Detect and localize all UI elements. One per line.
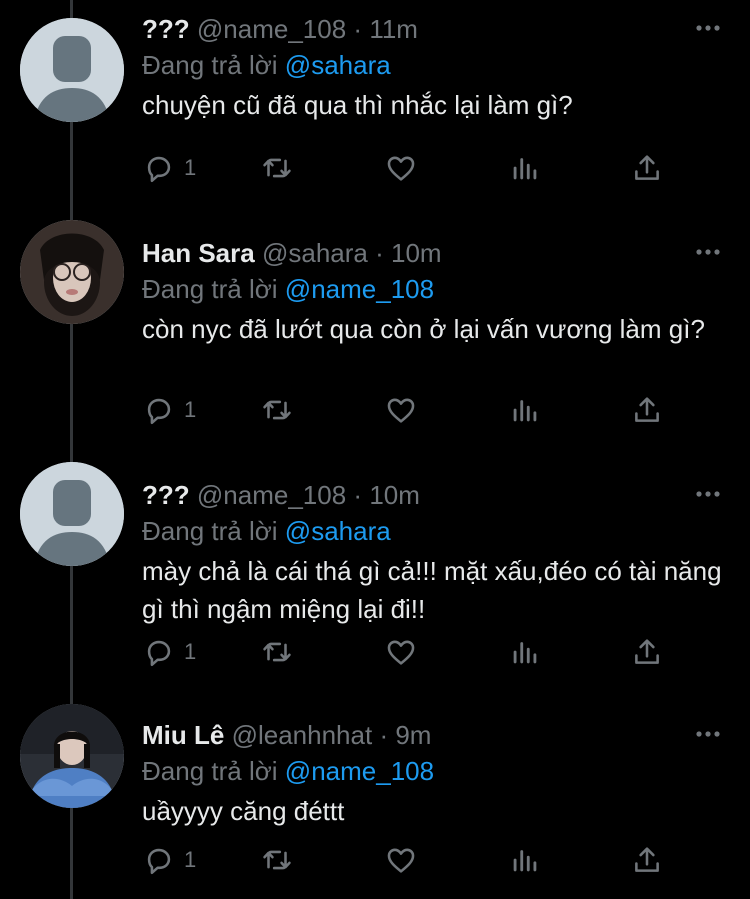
analytics-button[interactable] [508, 842, 542, 878]
replying-to: Đang trả lời @name_108 [142, 272, 434, 306]
like-button[interactable] [384, 634, 418, 670]
tweet-text: uầyyyy căng đéttt [142, 796, 345, 826]
reply-icon [147, 848, 171, 875]
display-name[interactable]: Han Sara [142, 238, 255, 268]
retweet-icon [263, 158, 291, 178]
user-handle[interactable]: @leanhnhat [232, 720, 373, 750]
share-button[interactable] [630, 150, 664, 186]
heart-icon [387, 640, 415, 665]
tweet-text: chuyện cũ đã qua thì nhắc lại làm gì? [142, 90, 573, 120]
retweet-icon [263, 850, 291, 870]
heart-icon [387, 156, 415, 181]
default-avatar-icon [20, 18, 124, 122]
replying-to-label: Đang trả lời [142, 274, 278, 304]
separator-dot: · [353, 14, 363, 44]
timestamp[interactable]: 9m [395, 720, 431, 750]
share-icon [635, 847, 659, 872]
avatar[interactable] [20, 220, 124, 324]
mention-link[interactable]: @sahara [285, 516, 391, 546]
tweet-header: Miu Lê @leanhnhat · 9m [142, 718, 431, 752]
separator-dot: · [375, 238, 384, 268]
tweet-actions: 1 [142, 392, 682, 432]
user-handle[interactable]: @name_108 [197, 14, 346, 44]
heart-icon [387, 398, 415, 423]
separator-dot: · [353, 480, 363, 510]
like-button[interactable] [384, 392, 418, 428]
heart-icon [387, 848, 415, 873]
reply-icon [147, 398, 171, 425]
replying-to: Đang trả lời @name_108 [142, 754, 434, 788]
replying-to: Đang trả lời @sahara [142, 48, 391, 82]
avatar[interactable] [20, 462, 124, 566]
tweet-header: Han Sara @sahara · 10m [142, 236, 442, 270]
analytics-button[interactable] [508, 634, 542, 670]
user-photo-icon [20, 704, 124, 808]
retweet-icon [263, 400, 291, 420]
reply-button[interactable]: 1 [142, 842, 196, 878]
more-options-icon[interactable] [694, 14, 722, 42]
tweet-text: mày chả là cái thá gì cả!!! mặt xấu,đéo … [142, 556, 722, 624]
retweet-button[interactable] [260, 392, 294, 428]
display-name[interactable]: ??? [142, 480, 190, 510]
share-button[interactable] [630, 392, 664, 428]
default-avatar-icon [20, 462, 124, 566]
timeline: ??? @name_108 · 11m Đang trả lời @sahara… [0, 0, 750, 899]
mention-link[interactable]: @sahara [285, 50, 391, 80]
mention-link[interactable]: @name_108 [285, 274, 434, 304]
reply-count: 1 [184, 397, 197, 422]
analytics-button[interactable] [508, 392, 542, 428]
display-name[interactable]: Miu Lê [142, 720, 224, 750]
tweet-header: ??? @name_108 · 11m [142, 12, 418, 46]
timestamp[interactable]: 10m [391, 238, 442, 268]
analytics-button[interactable] [508, 150, 542, 186]
replying-to: Đang trả lời @sahara [142, 514, 391, 548]
reply-icon [147, 640, 171, 667]
tweet-header: ??? @name_108 · 10m [142, 478, 420, 512]
reply-button[interactable]: 1 [142, 392, 196, 428]
retweet-button[interactable] [260, 842, 294, 878]
tweet-actions: 1 [142, 634, 682, 674]
reply-button[interactable]: 1 [142, 634, 196, 670]
replying-to-label: Đang trả lời [142, 756, 278, 786]
user-handle[interactable]: @name_108 [197, 480, 346, 510]
tweet-actions: 1 [142, 842, 682, 882]
more-options-icon[interactable] [694, 720, 722, 748]
replying-to-label: Đang trả lời [142, 516, 278, 546]
share-icon [635, 397, 659, 422]
separator-dot: · [379, 720, 389, 750]
share-icon [635, 155, 659, 180]
avatar[interactable] [20, 18, 124, 122]
more-options-icon[interactable] [694, 480, 722, 508]
reply-count: 1 [184, 639, 197, 664]
share-button[interactable] [630, 842, 664, 878]
like-button[interactable] [384, 842, 418, 878]
display-name[interactable]: ??? [142, 14, 190, 44]
mention-link[interactable]: @name_108 [285, 756, 434, 786]
user-handle[interactable]: @sahara [262, 238, 368, 268]
replying-to-label: Đang trả lời [142, 50, 278, 80]
share-icon [635, 639, 659, 664]
reply-count: 1 [184, 155, 197, 180]
retweet-button[interactable] [260, 150, 294, 186]
analytics-icon [513, 158, 537, 180]
more-options-icon[interactable] [694, 238, 722, 266]
tweet-text: còn nyc đã lướt qua còn ở lại vấn vương … [142, 314, 705, 344]
like-button[interactable] [384, 150, 418, 186]
share-button[interactable] [630, 634, 664, 670]
retweet-button[interactable] [260, 634, 294, 670]
analytics-icon [513, 850, 537, 872]
user-photo-icon [20, 220, 124, 324]
retweet-icon [263, 642, 291, 662]
timestamp[interactable]: 10m [369, 480, 420, 510]
analytics-icon [513, 400, 537, 422]
tweet-actions: 1 [142, 150, 682, 190]
avatar[interactable] [20, 704, 124, 808]
timestamp[interactable]: 11m [369, 14, 418, 44]
analytics-icon [513, 642, 537, 664]
reply-count: 1 [184, 847, 197, 872]
reply-icon [147, 156, 171, 183]
reply-button[interactable]: 1 [142, 150, 196, 186]
